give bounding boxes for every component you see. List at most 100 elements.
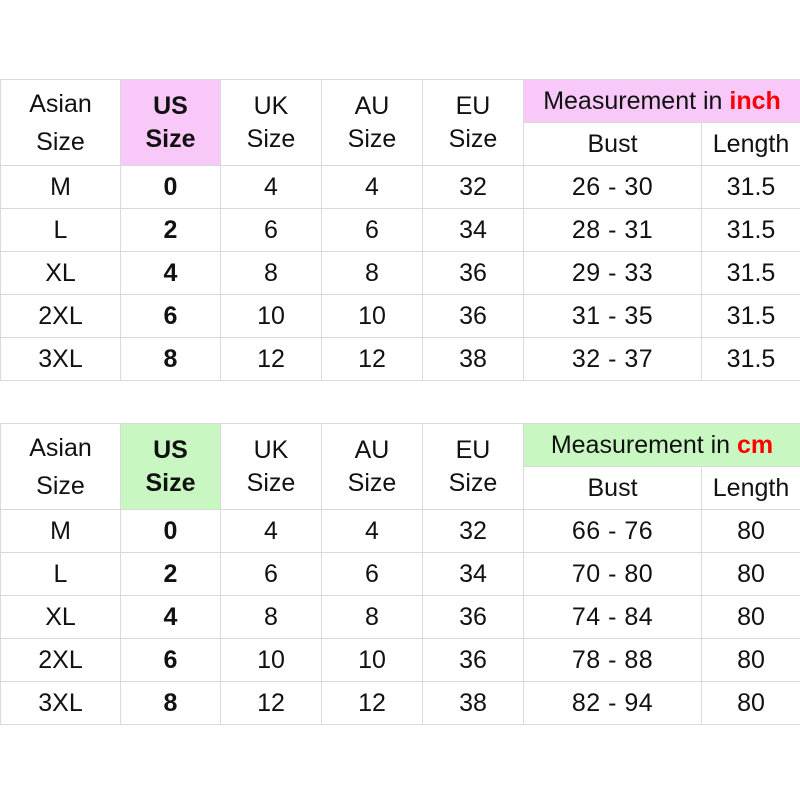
uk-size-header: UK Size	[220, 423, 322, 510]
asian-size-cell: 3XL	[0, 681, 121, 725]
eu-size-header: EU Size	[422, 79, 524, 166]
us-size-cell: 8	[120, 337, 221, 381]
measurement-unit: inch	[729, 86, 781, 115]
us-size-cell: 0	[120, 165, 221, 209]
length-cell: 31.5	[700, 165, 800, 209]
length-header: Length	[700, 122, 800, 166]
uk-size-cell: 12	[220, 337, 322, 381]
length-cell: 80	[701, 681, 800, 725]
length-cell: 80	[701, 595, 800, 639]
asian-size-cell: M	[0, 165, 121, 209]
us-size-cell: 6	[120, 294, 221, 338]
table-row: L 2 6 6 34 70 - 80 80	[0, 552, 800, 596]
table-row: 2XL 6 10 10 36 78 - 88 80	[0, 638, 800, 682]
au-size-header: AU Size	[321, 423, 423, 510]
au-size-cell: 12	[321, 337, 423, 381]
table-row: 3XL 8 12 12 38 32 - 37 31.5	[0, 337, 800, 381]
bust-cell: 74 - 84	[523, 595, 702, 639]
length-cell: 31.5	[700, 251, 800, 295]
uk-size-cell: 4	[220, 509, 322, 553]
asian-size-cell: 2XL	[0, 294, 121, 338]
uk-size-cell: 4	[220, 165, 322, 209]
au-size-cell: 10	[321, 638, 423, 682]
uk-size-cell: 10	[220, 294, 322, 338]
bust-cell: 28 - 31	[523, 208, 702, 252]
table-row: M 0 4 4 32 66 - 76 80	[0, 509, 800, 553]
measurement-unit: cm	[737, 430, 774, 459]
measurement-prefix: Measurement in	[543, 86, 730, 115]
measurement-header: Measurement in cm	[523, 423, 800, 467]
au-size-header: AU Size	[321, 79, 423, 166]
bust-cell: 29 - 33	[523, 251, 702, 295]
uk-size-cell: 6	[220, 552, 322, 596]
asian-size-cell: L	[0, 552, 121, 596]
bust-cell: 70 - 80	[523, 552, 702, 596]
eu-size-cell: 36	[422, 294, 524, 338]
us-size-cell: 2	[120, 208, 221, 252]
uk-size-cell: 8	[220, 595, 322, 639]
uk-size-header: UK Size	[220, 79, 322, 166]
us-size-cell: 8	[120, 681, 221, 725]
us-size-cell: 2	[120, 552, 221, 596]
asian-size-cell: 2XL	[0, 638, 121, 682]
eu-size-header: EU Size	[422, 423, 524, 510]
measurement-header: Measurement in inch	[522, 79, 800, 123]
bust-cell: 78 - 88	[523, 638, 702, 682]
au-size-cell: 10	[321, 294, 423, 338]
length-cell: 80	[701, 552, 800, 596]
table-row: 2XL 6 10 10 36 31 - 35 31.5	[0, 294, 800, 338]
asian-size-cell: L	[0, 208, 121, 252]
eu-size-cell: 38	[422, 681, 524, 725]
asian-size-header: Asian Size	[0, 423, 121, 510]
uk-size-cell: 10	[220, 638, 322, 682]
length-header: Length	[701, 466, 800, 510]
au-size-cell: 4	[321, 509, 423, 553]
au-size-cell: 6	[321, 552, 423, 596]
eu-size-cell: 34	[422, 208, 524, 252]
eu-size-cell: 32	[422, 509, 524, 553]
eu-size-cell: 36	[422, 638, 524, 682]
table-row: 3XL 8 12 12 38 82 - 94 80	[0, 681, 800, 725]
bust-header: Bust	[523, 466, 702, 510]
us-size-header: US Size	[120, 79, 221, 166]
us-size-header: US Size	[120, 423, 221, 510]
us-size-cell: 4	[120, 251, 221, 295]
bust-cell: 32 - 37	[523, 337, 702, 381]
table-row: M 0 4 4 32 26 - 30 31.5	[0, 165, 800, 209]
asian-size-cell: XL	[0, 595, 121, 639]
eu-size-cell: 36	[422, 251, 524, 295]
us-size-cell: 6	[120, 638, 221, 682]
us-size-cell: 4	[120, 595, 221, 639]
au-size-cell: 4	[321, 165, 423, 209]
eu-size-cell: 32	[422, 165, 524, 209]
au-size-cell: 8	[321, 251, 423, 295]
eu-size-cell: 36	[422, 595, 524, 639]
length-cell: 80	[701, 638, 800, 682]
table-row: XL 4 8 8 36 29 - 33 31.5	[0, 251, 800, 295]
uk-size-cell: 8	[220, 251, 322, 295]
length-cell: 80	[701, 509, 800, 553]
size-chart-inch: Asian Size US Size UK Size AU Size EU Si…	[0, 79, 800, 381]
eu-size-cell: 34	[422, 552, 524, 596]
us-size-cell: 0	[120, 509, 221, 553]
au-size-cell: 6	[321, 208, 423, 252]
asian-size-cell: 3XL	[0, 337, 121, 381]
uk-size-cell: 6	[220, 208, 322, 252]
asian-size-cell: M	[0, 509, 121, 553]
table-row: XL 4 8 8 36 74 - 84 80	[0, 595, 800, 639]
length-cell: 31.5	[700, 337, 800, 381]
length-cell: 31.5	[700, 294, 800, 338]
bust-cell: 66 - 76	[523, 509, 702, 553]
table-row: L 2 6 6 34 28 - 31 31.5	[0, 208, 800, 252]
bust-cell: 26 - 30	[523, 165, 702, 209]
bust-cell: 82 - 94	[523, 681, 702, 725]
size-chart-cm: Asian Size US Size UK Size AU Size EU Si…	[0, 423, 800, 725]
eu-size-cell: 38	[422, 337, 524, 381]
length-cell: 31.5	[700, 208, 800, 252]
bust-cell: 31 - 35	[523, 294, 702, 338]
measurement-prefix: Measurement in	[550, 430, 738, 459]
asian-size-cell: XL	[0, 251, 121, 295]
asian-size-header: Asian Size	[0, 79, 121, 166]
bust-header: Bust	[523, 122, 702, 166]
au-size-cell: 12	[321, 681, 423, 725]
